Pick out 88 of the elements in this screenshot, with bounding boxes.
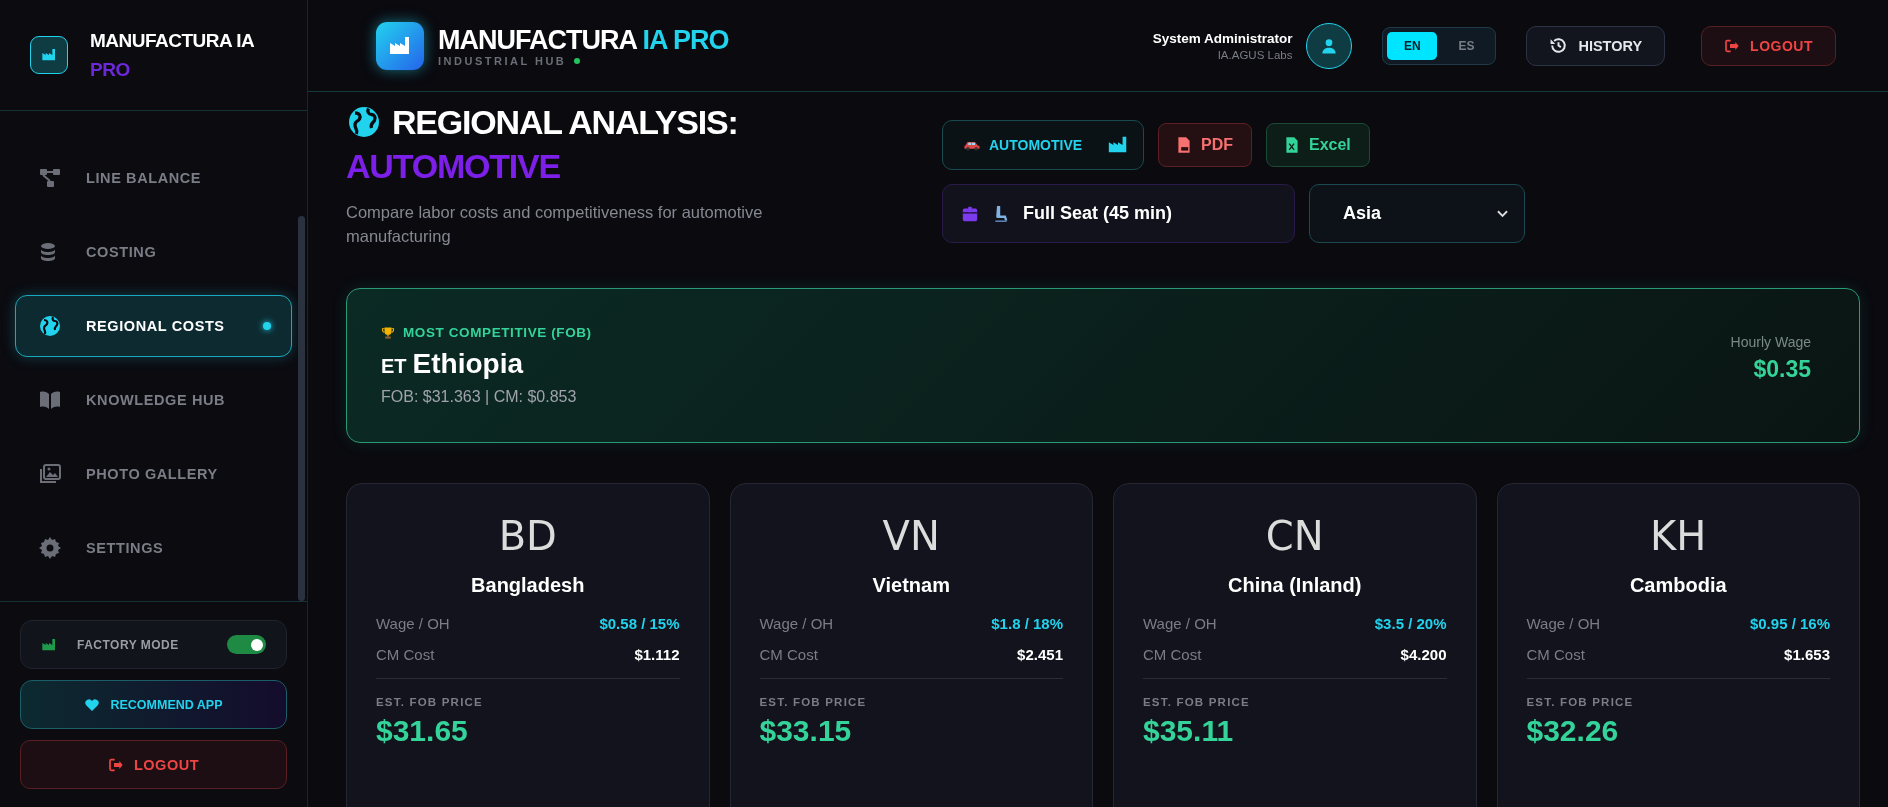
recommend-button[interactable]: RECOMMEND APP [20,680,287,729]
scrollbar-thumb[interactable] [298,216,305,601]
language-option[interactable]: EN [1387,31,1438,60]
excel-export-button[interactable]: Excel [1266,123,1370,167]
price-label: EST. FOB PRICE [1526,696,1635,708]
nav-item[interactable]: COSTING [15,221,292,283]
factory-mode-label: FACTORY MODE [77,637,180,652]
nav-item[interactable]: PHOTO GALLERY [15,443,292,505]
metric-label: CM Cost [376,646,435,663]
metric-value: $2.451 [1017,646,1063,663]
metric-value: $3.5 / 20% [1374,615,1447,632]
metric-label: Wage / OH [759,615,834,632]
logout-icon [1724,37,1741,54]
factory-icon [41,47,57,63]
region-dropdown[interactable]: Asia [1309,184,1525,243]
page-title: REGIONAL ANALYSIS: [392,102,738,142]
metric-label: CM Cost [1526,646,1585,663]
page-subject: AUTOMOTIVE [346,146,562,187]
country-code: BD [497,512,558,561]
country-code: CN [1264,512,1325,561]
country-name: Ethiopia [412,348,523,380]
metric-value: $0.58 / 15% [599,615,680,632]
hierarchy-icon [38,166,62,190]
pdf-file-icon [1177,136,1191,154]
factory-icon [41,636,57,653]
wage-label: Hourly Wage [1730,334,1811,350]
nav-item[interactable]: LINE BALANCE [15,147,292,209]
gear-icon [38,536,62,560]
spreadsheet-file-icon [1285,136,1299,154]
history-icon [1549,36,1569,55]
logout-button[interactable]: LOGOUT [1701,25,1836,66]
metric-value: $1.112 [634,646,680,663]
status-dot-icon [574,57,581,64]
logout-icon [108,756,124,773]
industry-button[interactable]: AUTOMOTIVE [942,120,1144,170]
cost-summary: FOB: $31.363 | CM: $0.853 [381,388,578,406]
globe-icon [346,104,382,140]
app-logo [376,21,424,70]
price-label: EST. FOB PRICE [1143,696,1251,708]
active-dot-icon [263,322,271,330]
metric-value: $0.95 / 16% [1749,615,1830,632]
metric-label: Wage / OH [376,615,450,632]
price-value: $35.11 [1143,714,1235,748]
nav-item[interactable]: REGIONAL COSTS [15,295,292,357]
price-value: $31.65 [376,714,469,748]
country-code: ET [381,355,407,378]
price-label: EST. FOB PRICE [759,696,868,708]
box-icon [961,204,979,223]
user-name: System Administrator [1152,30,1293,46]
metric-label: CM Cost [759,646,818,663]
price-value: $32.26 [1526,714,1620,748]
metric-label: CM Cost [1143,646,1202,663]
metric-label: Wage / OH [1526,615,1601,632]
trophy-icon [381,325,395,340]
wage-value: $0.35 [1753,356,1811,383]
country-name: Bangladesh [470,574,586,597]
country-name: Vietnam [871,574,951,597]
user-org: IA.AGUS Labs [1217,48,1293,61]
country-name: Cambodia [1628,574,1728,597]
seat-icon [993,203,1009,224]
country-code: KH [1649,512,1708,561]
price-value: $33.15 [759,714,853,748]
brand-tag: PRO [90,55,255,84]
nav-item[interactable]: SETTINGS [15,517,292,579]
heart-icon [84,696,101,713]
language-option[interactable]: ES [1441,31,1492,60]
pdf-export-button[interactable]: PDF [1158,123,1252,167]
globe-icon [38,314,62,338]
product-dropdown[interactable]: Full Seat (45 min) [942,184,1295,243]
metric-value: $4.200 [1400,646,1447,663]
nav-item[interactable]: KNOWLEDGE HUB [15,369,292,431]
app-title: MANUFACTURA IA PRO [438,24,729,55]
car-icon [963,139,981,151]
page-description: Compare labor costs and competitiveness for automotive manufacturing [346,202,764,247]
images-icon [38,462,62,486]
app-subtitle: INDUSTRIAL HUB [438,54,567,67]
highlight-label: MOST COMPETITIVE (FOB) [403,325,592,340]
toggle-switch[interactable] [227,635,266,654]
brand-name: MANUFACTURA IA [90,29,255,53]
logout-button[interactable]: LOGOUT [20,740,287,789]
country-code: VN [881,512,941,561]
chevron-down-icon [1497,209,1508,218]
metric-value: $1.8 / 18% [991,615,1063,632]
price-label: EST. FOB PRICE [376,696,484,708]
metric-value: $1.653 [1784,646,1830,663]
country-name: China (Inland) [1227,574,1363,597]
metric-label: Wage / OH [1143,615,1217,632]
history-button[interactable]: HISTORY [1526,25,1666,66]
